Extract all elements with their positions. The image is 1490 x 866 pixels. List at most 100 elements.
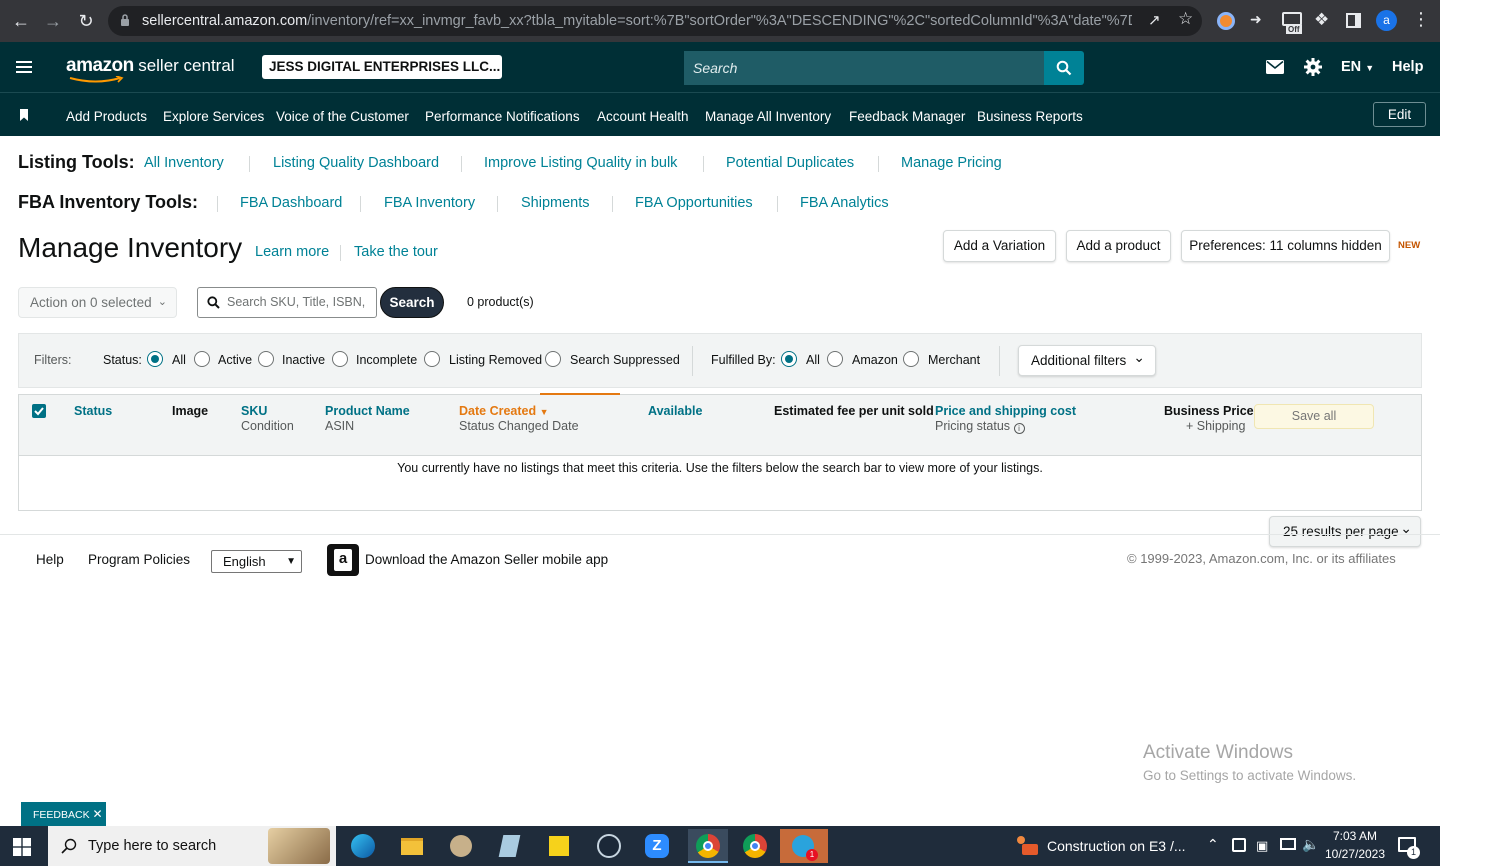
tray-network-icon[interactable] xyxy=(1232,838,1246,852)
fulfilled-merchant-radio[interactable] xyxy=(903,351,919,367)
seller-central-logo[interactable]: amazon seller central xyxy=(66,55,235,77)
show-hidden-icons-icon[interactable]: ⌃ xyxy=(1207,836,1219,853)
zoom-icon[interactable]: Z xyxy=(639,829,675,863)
select-all-checkbox[interactable] xyxy=(32,404,46,418)
status-search-suppressed-radio[interactable] xyxy=(545,351,561,367)
close-icon[interactable]: ✕ xyxy=(93,807,103,821)
preferences-button[interactable]: Preferences: 11 columns hidden xyxy=(1181,230,1390,262)
extension-icon[interactable] xyxy=(1217,12,1235,30)
nav-voice-of-customer[interactable]: Voice of the Customer xyxy=(276,109,409,124)
nav-business-reports[interactable]: Business Reports xyxy=(977,109,1083,124)
footer-mobile-app-link[interactable]: Download the Amazon Seller mobile app xyxy=(365,552,608,567)
construction-warning-icon[interactable] xyxy=(1014,834,1040,860)
sticky-notes-icon[interactable] xyxy=(541,829,577,863)
chrome-profile-icon[interactable] xyxy=(688,829,728,863)
fulfilled-amazon-radio[interactable] xyxy=(827,351,843,367)
nav-edit-button[interactable]: Edit xyxy=(1373,102,1426,127)
notepad-icon[interactable] xyxy=(492,829,528,863)
status-inactive-radio[interactable] xyxy=(258,351,274,367)
link-fba-analytics[interactable]: FBA Analytics xyxy=(800,195,889,211)
mail-icon[interactable] xyxy=(1266,60,1284,74)
link-listing-quality-dashboard[interactable]: Listing Quality Dashboard xyxy=(273,155,439,171)
fulfilled-amazon-label[interactable]: Amazon xyxy=(852,353,898,367)
fulfilled-merchant-label[interactable]: Merchant xyxy=(928,353,980,367)
link-all-inventory[interactable]: All Inventory xyxy=(144,155,224,171)
extensions-puzzle-icon[interactable]: ❖ xyxy=(1314,10,1329,30)
link-shipments[interactable]: Shipments xyxy=(521,195,590,211)
status-incomplete-label[interactable]: Incomplete xyxy=(356,353,417,367)
nav-add-products[interactable]: Add Products xyxy=(66,109,147,124)
tray-volume-icon[interactable]: 🔈 xyxy=(1302,836,1319,853)
info-icon[interactable]: i xyxy=(1013,423,1025,434)
col-sku[interactable]: SKU xyxy=(241,404,267,418)
telegram-icon[interactable]: 1 xyxy=(780,829,828,863)
taskbar-time[interactable]: 7:03 AM xyxy=(1326,829,1384,843)
link-fba-inventory[interactable]: FBA Inventory xyxy=(384,195,475,211)
browser-menu-icon[interactable]: ⋮ xyxy=(1412,9,1430,30)
nav-performance-notifications[interactable]: Performance Notifications xyxy=(425,109,580,124)
fulfilled-all-radio[interactable] xyxy=(781,351,797,367)
language-selector[interactable]: EN ▼ xyxy=(1341,59,1374,75)
status-listing-removed-label[interactable]: Listing Removed xyxy=(449,353,542,367)
profile-avatar[interactable]: a xyxy=(1376,10,1397,31)
paint-icon[interactable] xyxy=(443,829,479,863)
side-panel-icon[interactable] xyxy=(1346,13,1361,28)
header-search-input[interactable]: Search xyxy=(684,51,1044,85)
header-search-button[interactable] xyxy=(1044,51,1084,85)
additional-filters-button[interactable]: Additional filters ⌄ xyxy=(1018,345,1156,376)
footer-help-link[interactable]: Help xyxy=(36,552,64,567)
back-icon[interactable]: ← xyxy=(9,9,33,33)
status-inactive-label[interactable]: Inactive xyxy=(282,353,325,367)
steam-icon[interactable] xyxy=(590,829,626,863)
link-potential-duplicates[interactable]: Potential Duplicates xyxy=(726,155,854,171)
status-listing-removed-radio[interactable] xyxy=(424,351,440,367)
account-switcher[interactable]: JESS DIGITAL ENTERPRISES LLC... xyxy=(262,55,502,79)
status-active-radio[interactable] xyxy=(194,351,210,367)
footer-language-select[interactable]: English ▼ xyxy=(211,550,302,573)
tray-meet-icon[interactable]: ▣ xyxy=(1256,838,1268,854)
nav-feedback-manager[interactable]: Feedback Manager xyxy=(849,109,965,124)
add-variation-button[interactable]: Add a Variation xyxy=(943,230,1056,262)
file-explorer-icon[interactable] xyxy=(394,829,430,863)
help-link[interactable]: Help xyxy=(1392,59,1423,75)
taskbar-search-box[interactable]: Type here to search xyxy=(48,826,336,866)
nav-account-health[interactable]: Account Health xyxy=(597,109,689,124)
edge-icon[interactable] xyxy=(345,829,381,863)
inventory-search-input[interactable]: Search SKU, Title, ISBN, xyxy=(197,287,377,318)
search-button[interactable]: Search xyxy=(380,287,444,318)
address-bar[interactable]: sellercentral.amazon.com/inventory/ref=x… xyxy=(108,6,1202,36)
bookmark-icon[interactable] xyxy=(19,109,29,121)
col-status[interactable]: Status xyxy=(74,404,112,418)
results-per-page-select[interactable]: 25 results per page ⌄ xyxy=(1269,516,1421,547)
tray-display-icon[interactable] xyxy=(1280,838,1296,850)
seller-app-icon[interactable]: a xyxy=(327,544,359,576)
gear-icon[interactable] xyxy=(1304,58,1322,76)
extension-arrow-icon[interactable]: ➜ xyxy=(1250,11,1262,28)
fulfilled-all-label[interactable]: All xyxy=(806,353,820,367)
extension-camera-icon[interactable] xyxy=(1282,12,1302,26)
status-all-label[interactable]: All xyxy=(172,353,186,367)
col-price-shipping[interactable]: Price and shipping cost xyxy=(935,404,1076,418)
chrome-icon[interactable] xyxy=(737,829,773,863)
footer-policies-link[interactable]: Program Policies xyxy=(88,552,190,567)
col-date-created[interactable]: Date Created ▼ xyxy=(459,404,549,418)
take-tour-link[interactable]: Take the tour xyxy=(354,244,438,260)
col-available[interactable]: Available xyxy=(648,404,702,418)
link-improve-listing-quality[interactable]: Improve Listing Quality in bulk xyxy=(484,155,677,171)
reload-icon[interactable]: ↻ xyxy=(74,9,98,33)
forward-icon[interactable]: → xyxy=(41,9,65,33)
nav-manage-all-inventory[interactable]: Manage All Inventory xyxy=(705,109,831,124)
status-all-radio[interactable] xyxy=(147,351,163,367)
taskbar-date[interactable]: 10/27/2023 xyxy=(1320,847,1390,861)
link-fba-opportunities[interactable]: FBA Opportunities xyxy=(635,195,753,211)
feedback-tab[interactable]: FEEDBACK ✕ xyxy=(21,802,106,826)
status-incomplete-radio[interactable] xyxy=(332,351,348,367)
hamburger-menu-icon[interactable] xyxy=(16,60,32,74)
taskbar-notification-text[interactable]: Construction on E3 /... xyxy=(1047,838,1186,854)
status-search-suppressed-label[interactable]: Search Suppressed xyxy=(570,353,680,367)
windows-start-icon[interactable] xyxy=(13,838,31,856)
col-product-name[interactable]: Product Name xyxy=(325,404,410,418)
status-active-label[interactable]: Active xyxy=(218,353,252,367)
bookmark-star-icon[interactable]: ☆ xyxy=(1178,9,1193,29)
link-manage-pricing[interactable]: Manage Pricing xyxy=(901,155,1002,171)
